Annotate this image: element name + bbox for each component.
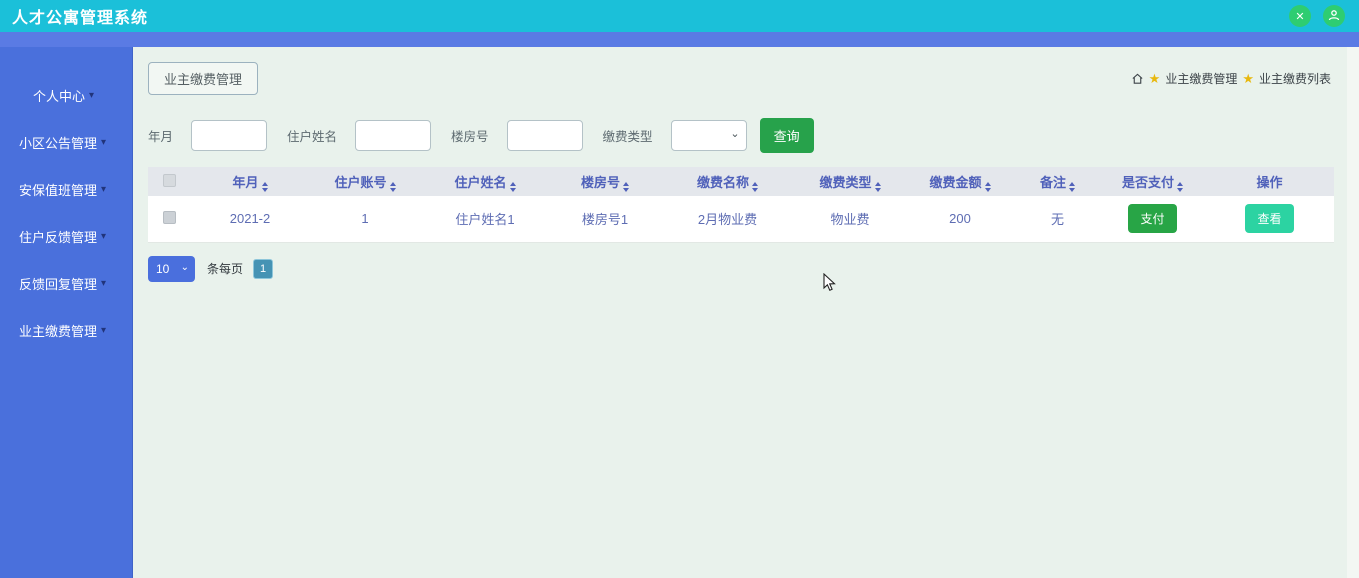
cell-remark: 无 bbox=[1015, 196, 1100, 243]
breadcrumb-item-2[interactable]: 业主缴费列表 bbox=[1259, 70, 1331, 87]
year-month-label: 年月 bbox=[148, 130, 174, 144]
building-no-label: 楼房号 bbox=[451, 130, 489, 144]
scrollbar-track[interactable] bbox=[1347, 47, 1359, 578]
app-header: 人才公寓管理系统 ✕ bbox=[0, 0, 1359, 32]
col-actions: 操作 bbox=[1256, 175, 1283, 190]
sidebar-item-security-duty[interactable]: 安保值班管理 ▾ bbox=[0, 166, 132, 213]
sort-icon bbox=[389, 181, 396, 192]
cell-resident-name: 住户姓名1 bbox=[420, 196, 550, 243]
close-icon: ✕ bbox=[1295, 10, 1305, 23]
header-accent-strip bbox=[0, 32, 1359, 47]
user-icon bbox=[1328, 9, 1340, 24]
per-page-label: 条每页 bbox=[207, 262, 244, 276]
profile-button[interactable] bbox=[1323, 5, 1345, 27]
star-icon: ★ bbox=[1148, 70, 1161, 86]
page-size-value: 10 bbox=[156, 261, 170, 276]
header-actions: ✕ bbox=[1289, 5, 1345, 27]
chevron-down-icon: ⌄ bbox=[180, 261, 189, 273]
col-amount[interactable]: 缴费金额 bbox=[905, 167, 1015, 196]
cell-fee-name: 2月物业费 bbox=[660, 196, 795, 243]
chevron-down-icon: ▾ bbox=[101, 278, 107, 289]
sort-icon bbox=[752, 181, 758, 192]
main-content: 业主缴费管理 ★ 业主缴费管理 ★ 业主缴费列表 年月 住户姓名 楼房号 缴费类… bbox=[133, 47, 1359, 578]
sort-icon bbox=[623, 181, 629, 192]
chevron-down-icon: ▾ bbox=[101, 325, 107, 336]
sidebar-item-label: 住户反馈管理 bbox=[19, 230, 98, 245]
sidebar-item-label: 业主缴费管理 bbox=[19, 324, 98, 339]
col-account[interactable]: 住户账号 bbox=[310, 167, 420, 196]
col-resident-name[interactable]: 住户姓名 bbox=[420, 167, 550, 196]
star-icon: ★ bbox=[1242, 70, 1254, 86]
breadcrumb-item-1[interactable]: 业主缴费管理 bbox=[1165, 70, 1237, 87]
pay-button[interactable]: 支付 bbox=[1128, 204, 1177, 234]
col-paid-status[interactable]: 是否支付 bbox=[1100, 167, 1205, 196]
year-month-input[interactable] bbox=[191, 120, 268, 151]
sidebar-item-label: 反馈回复管理 bbox=[19, 277, 98, 292]
sidebar-item-label: 个人中心 bbox=[33, 89, 86, 104]
payment-table: 年月 住户账号 住户姓名 楼房号 缴费名称 缴费类型 缴费金额 备注 是否支付 … bbox=[148, 167, 1334, 243]
select-all-checkbox[interactable] bbox=[162, 173, 176, 187]
fee-type-label: 缴费类型 bbox=[602, 130, 653, 144]
col-year-month[interactable]: 年月 bbox=[190, 167, 310, 196]
col-fee-type[interactable]: 缴费类型 bbox=[795, 167, 905, 196]
cell-account: 1 bbox=[310, 196, 420, 243]
close-button[interactable]: ✕ bbox=[1289, 5, 1311, 27]
building-no-input[interactable] bbox=[506, 120, 583, 151]
app-title: 人才公寓管理系统 bbox=[12, 10, 149, 27]
chevron-down-icon: ⌄ bbox=[730, 128, 740, 140]
page-1-button[interactable]: 1 bbox=[253, 258, 274, 279]
sort-icon bbox=[261, 181, 268, 192]
pagination: 10 ⌄ 条每页 1 bbox=[148, 255, 1345, 282]
chevron-down-icon: ▾ bbox=[101, 231, 107, 242]
cell-building-no: 楼房号1 bbox=[550, 196, 660, 243]
chevron-down-icon: ▾ bbox=[101, 137, 107, 148]
cell-amount: 200 bbox=[905, 196, 1015, 243]
view-button[interactable]: 查看 bbox=[1245, 204, 1294, 234]
sort-icon bbox=[509, 181, 516, 192]
table-header-row: 年月 住户账号 住户姓名 楼房号 缴费名称 缴费类型 缴费金额 备注 是否支付 … bbox=[148, 167, 1334, 196]
sidebar-item-feedback-reply[interactable]: 反馈回复管理 ▾ bbox=[0, 260, 132, 307]
sidebar: 个人中心 ▾ 小区公告管理 ▾ 安保值班管理 ▾ 住户反馈管理 ▾ 反馈回复管理… bbox=[0, 47, 133, 578]
sort-icon bbox=[1069, 181, 1075, 192]
chevron-down-icon: ▾ bbox=[101, 184, 107, 195]
sidebar-item-label: 小区公告管理 bbox=[19, 136, 98, 151]
col-building-no[interactable]: 楼房号 bbox=[550, 167, 660, 196]
row-checkbox[interactable] bbox=[162, 210, 176, 224]
chevron-down-icon: ▾ bbox=[89, 90, 95, 101]
resident-name-label: 住户姓名 bbox=[287, 130, 338, 144]
sort-icon bbox=[984, 181, 991, 192]
cell-year-month: 2021-2 bbox=[190, 196, 310, 243]
sidebar-item-label: 安保值班管理 bbox=[19, 183, 98, 198]
table-row: 2021-2 1 住户姓名1 楼房号1 2月物业费 物业费 200 无 支付 查… bbox=[148, 196, 1334, 243]
sidebar-item-personal-center[interactable]: 个人中心 ▾ bbox=[0, 72, 132, 119]
resident-name-input[interactable] bbox=[355, 120, 432, 151]
breadcrumb: ★ 业主缴费管理 ★ 业主缴费列表 bbox=[1131, 70, 1331, 87]
sidebar-item-owner-payment[interactable]: 业主缴费管理 ▾ bbox=[0, 307, 132, 354]
tab-owner-payment[interactable]: 业主缴费管理 bbox=[148, 62, 259, 95]
page-size-select[interactable]: 10 ⌄ bbox=[148, 255, 195, 282]
sort-icon bbox=[1177, 181, 1183, 192]
fee-type-select[interactable]: ⌄ bbox=[670, 120, 747, 151]
col-fee-name[interactable]: 缴费名称 bbox=[660, 167, 795, 196]
home-icon[interactable] bbox=[1131, 72, 1144, 85]
sort-icon bbox=[874, 181, 881, 192]
col-remark[interactable]: 备注 bbox=[1015, 167, 1100, 196]
search-form: 年月 住户姓名 楼房号 缴费类型 ⌄ 查询 bbox=[148, 118, 1345, 153]
query-button[interactable]: 查询 bbox=[759, 118, 814, 153]
sidebar-item-announcements[interactable]: 小区公告管理 ▾ bbox=[0, 119, 132, 166]
cell-fee-type: 物业费 bbox=[795, 196, 905, 243]
sidebar-item-resident-feedback[interactable]: 住户反馈管理 ▾ bbox=[0, 213, 132, 260]
